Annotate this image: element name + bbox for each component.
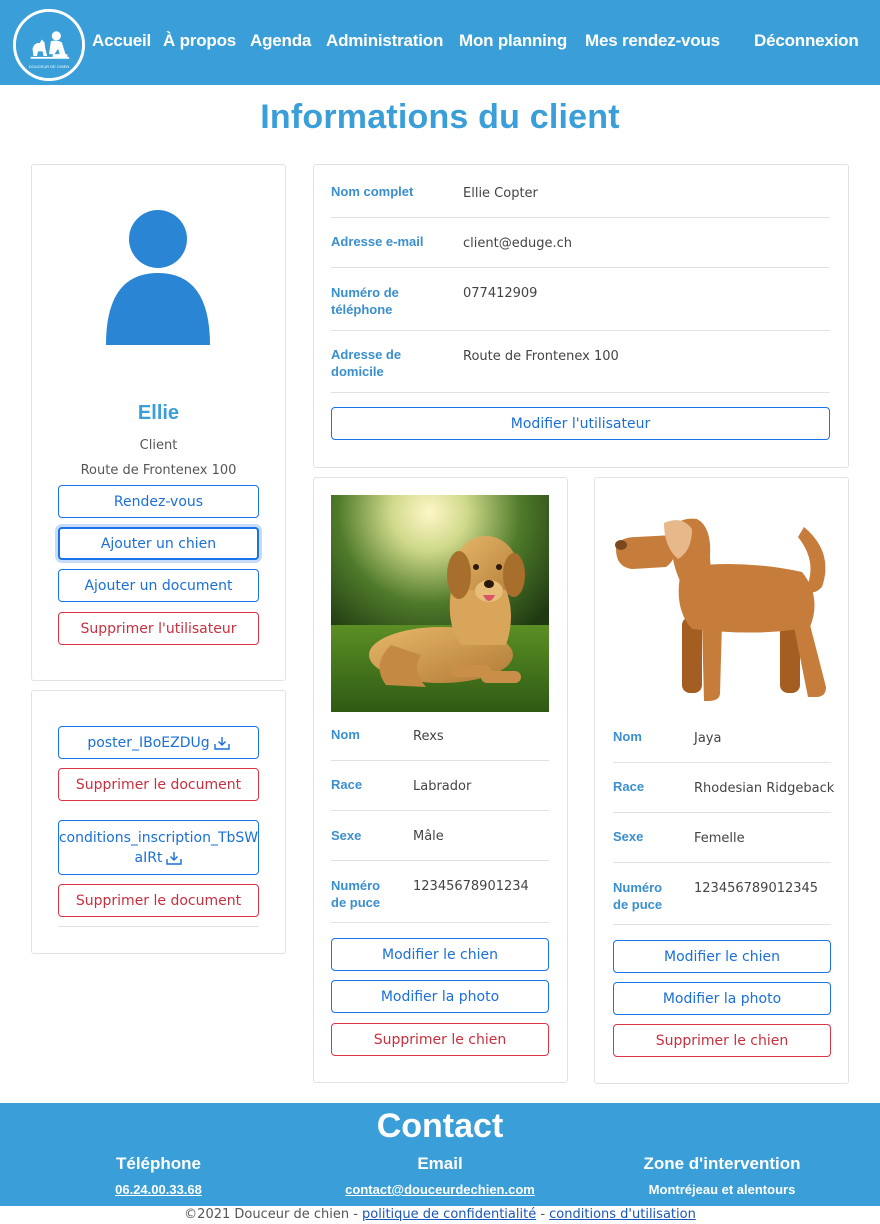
full-name-value: Ellie Copter bbox=[463, 186, 538, 201]
add-document-button[interactable]: Ajouter un document bbox=[58, 569, 259, 602]
document-download-button[interactable]: conditions_inscription_TbSW aIRt bbox=[58, 820, 259, 875]
nav-link-a-propos[interactable]: À propos bbox=[163, 31, 236, 51]
download-icon bbox=[166, 851, 183, 865]
edit-dog-button[interactable]: Modifier le chien bbox=[613, 940, 831, 973]
document-name: conditions_inscription_TbSW bbox=[58, 829, 259, 846]
page-title: Informations du client bbox=[260, 98, 620, 136]
edit-photo-button[interactable]: Modifier la photo bbox=[613, 982, 831, 1015]
field-label: Race bbox=[331, 777, 363, 792]
dog-illustration-icon bbox=[615, 518, 826, 701]
field-label: Sexe bbox=[613, 829, 644, 844]
field-label: Nom bbox=[331, 727, 360, 742]
dog-photo-image bbox=[331, 495, 549, 712]
delete-document-button[interactable]: Supprimer le document bbox=[58, 768, 259, 801]
edit-dog-button[interactable]: Modifier le chien bbox=[331, 938, 549, 971]
nav-link-agenda[interactable]: Agenda bbox=[250, 31, 311, 51]
phone-link[interactable]: 06.24.00.33.68 bbox=[58, 1182, 259, 1197]
divider bbox=[331, 760, 549, 761]
email-heading: Email bbox=[417, 1154, 463, 1173]
nav-link-mes-rendez-vous[interactable]: Mes rendez-vous bbox=[585, 31, 720, 51]
nav-link-deconnexion[interactable]: Déconnexion bbox=[754, 31, 859, 51]
divider bbox=[613, 862, 831, 863]
nav-link-mon-planning[interactable]: Mon planning bbox=[459, 31, 567, 51]
download-icon bbox=[213, 736, 230, 750]
privacy-policy-link[interactable]: politique de confidentialité bbox=[362, 1207, 536, 1222]
field-label: Race bbox=[613, 779, 645, 794]
logo-text: DOUCEUR DE CHIEN bbox=[28, 64, 70, 69]
divider bbox=[331, 860, 549, 861]
footer: Contact Téléphone 06.24.00.33.68 Email c… bbox=[0, 1103, 880, 1206]
document-download-button[interactable]: poster_IBoEZDUg bbox=[58, 726, 259, 759]
dog-name-value: Jaya bbox=[694, 731, 722, 746]
client-role: Client bbox=[139, 438, 178, 453]
dog-sex-value: Mâle bbox=[413, 829, 444, 844]
dog-breed-value: Rhodesian Ridgeback bbox=[694, 781, 835, 796]
terms-link[interactable]: conditions d'utilisation bbox=[549, 1207, 696, 1222]
field-label: Numéro de puce bbox=[613, 880, 663, 912]
divider bbox=[331, 267, 830, 268]
home-address-value: Route de Frontenex 100 bbox=[463, 349, 619, 364]
footer-title: Contact bbox=[376, 1107, 504, 1145]
dog-breed-value: Labrador bbox=[413, 779, 472, 794]
delete-dog-button[interactable]: Supprimer le chien bbox=[613, 1024, 831, 1057]
field-label: Numéro de puce bbox=[331, 878, 381, 910]
field-label: Nom bbox=[613, 729, 642, 744]
site-logo[interactable]: DOUCEUR DE CHIEN bbox=[13, 9, 85, 81]
phone-value: 077412909 bbox=[463, 286, 538, 301]
copyright-text: ©2021 Douceur de chien - bbox=[184, 1207, 363, 1222]
email-link[interactable]: contact@douceurdechien.com bbox=[320, 1182, 560, 1197]
client-address: Route de Frontenex 100 bbox=[80, 463, 237, 478]
delete-user-button[interactable]: Supprimer l'utilisateur bbox=[58, 612, 259, 645]
field-label: Numéro de téléphone bbox=[331, 285, 399, 317]
delete-document-button[interactable]: Supprimer le document bbox=[58, 884, 259, 917]
divider bbox=[58, 926, 259, 927]
email-value: client@eduge.ch bbox=[463, 236, 572, 251]
zone-value: Montréjeau et alentours bbox=[648, 1182, 796, 1197]
phone-heading: Téléphone bbox=[115, 1154, 201, 1173]
edit-user-button[interactable]: Modifier l'utilisateur bbox=[331, 407, 830, 440]
copyright: ©2021 Douceur de chien - politique de co… bbox=[0, 1207, 880, 1222]
delete-dog-button[interactable]: Supprimer le chien bbox=[331, 1023, 549, 1056]
appointments-button[interactable]: Rendez-vous bbox=[58, 485, 259, 518]
document-name: aIRt bbox=[134, 849, 163, 866]
dog-name-value: Rexs bbox=[413, 729, 444, 744]
document-name: poster_IBoEZDUg bbox=[87, 734, 210, 751]
user-avatar-icon bbox=[106, 210, 210, 345]
zone-heading: Zone d'intervention bbox=[643, 1154, 801, 1173]
divider bbox=[613, 924, 831, 925]
copyright-separator: - bbox=[536, 1207, 550, 1222]
navbar: DOUCEUR DE CHIEN Accueil À propos Agenda… bbox=[0, 0, 880, 85]
field-label: Adresse de domicile bbox=[331, 347, 402, 379]
divider bbox=[331, 330, 830, 331]
nav-link-accueil[interactable]: Accueil bbox=[92, 31, 151, 51]
field-label: Sexe bbox=[331, 828, 362, 843]
divider bbox=[331, 392, 830, 393]
divider bbox=[331, 810, 549, 811]
field-label: Nom complet bbox=[331, 184, 414, 199]
dog-chip-value: 123456789012345 bbox=[694, 881, 819, 896]
field-label: Adresse e-mail bbox=[331, 234, 424, 249]
divider bbox=[613, 812, 831, 813]
divider bbox=[331, 922, 549, 923]
dog-photo bbox=[331, 495, 549, 712]
client-name: Ellie bbox=[137, 402, 180, 424]
divider bbox=[331, 217, 830, 218]
nav-link-administration[interactable]: Administration bbox=[326, 31, 443, 51]
add-dog-button[interactable]: Ajouter un chien bbox=[58, 527, 259, 560]
divider bbox=[613, 762, 831, 763]
dog-chip-value: 12345678901234 bbox=[413, 879, 529, 894]
edit-photo-button[interactable]: Modifier la photo bbox=[331, 980, 549, 1013]
dog-sex-value: Femelle bbox=[694, 831, 745, 846]
